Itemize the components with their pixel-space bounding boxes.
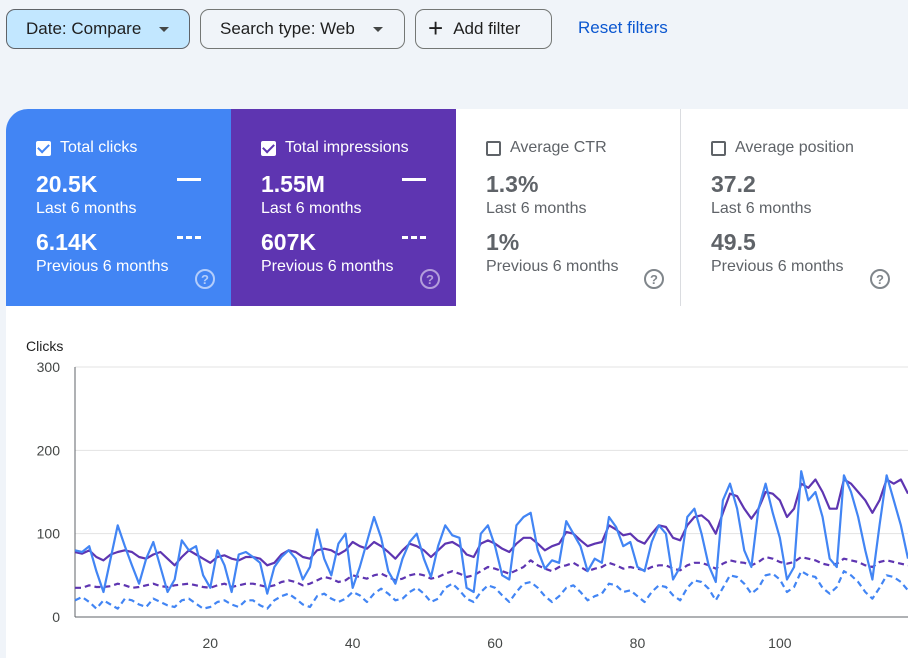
metric-card-total-impressions[interactable]: Total impressions 1.55M Last 6 months 60… bbox=[231, 109, 456, 306]
dropdown-caret-icon bbox=[372, 26, 383, 32]
metric-period-current: Last 6 months bbox=[261, 200, 362, 217]
y-tick-label: 200 bbox=[37, 442, 61, 458]
dashed-line-legend-icon bbox=[402, 236, 426, 239]
dropdown-caret-icon bbox=[159, 26, 170, 32]
metric-value-current: 1.3% bbox=[486, 171, 539, 197]
y-tick-label: 100 bbox=[37, 526, 61, 542]
metric-card-average-ctr[interactable]: Average CTR 1.3% Last 6 months 1% Previo… bbox=[456, 109, 681, 306]
performance-chart: Clicks 0 100 200 300 20 40 60 80 100 bbox=[6, 306, 908, 658]
clicks-current-line bbox=[74, 470, 908, 595]
metric-value-previous: 1% bbox=[486, 229, 520, 255]
metric-value-current: 37.2 bbox=[711, 171, 756, 197]
solid-line-legend-icon bbox=[402, 178, 426, 181]
filter-bar: Date: Compare Search type: Web + Add fil… bbox=[0, 0, 908, 60]
metric-value-current: 1.55M bbox=[261, 171, 325, 197]
metric-label: Total impressions bbox=[285, 139, 409, 156]
solid-line-legend-icon bbox=[177, 178, 201, 181]
metric-card-average-position[interactable]: Average position 37.2 Last 6 months 49.5… bbox=[681, 109, 906, 306]
metric-period-previous: Previous 6 months bbox=[486, 258, 619, 275]
help-icon[interactable]: ? bbox=[195, 269, 215, 289]
x-tick-label: 20 bbox=[202, 635, 218, 651]
x-tick-label: 40 bbox=[345, 635, 361, 651]
metric-period-previous: Previous 6 months bbox=[711, 258, 844, 275]
checkbox-checked-icon[interactable] bbox=[261, 140, 276, 156]
date-compare-dropdown[interactable]: Date: Compare bbox=[6, 9, 190, 49]
help-icon[interactable]: ? bbox=[644, 269, 664, 289]
metric-label: Total clicks bbox=[60, 139, 138, 156]
metric-cards: Total clicks 20.5K Last 6 months 6.14K P… bbox=[6, 109, 908, 306]
dashed-line-legend-icon bbox=[177, 236, 201, 239]
x-tick-label: 80 bbox=[630, 635, 646, 651]
help-icon[interactable]: ? bbox=[870, 269, 890, 289]
metric-card-header: Average CTR bbox=[486, 139, 607, 157]
x-tick-label: 60 bbox=[487, 635, 503, 651]
metric-value-current: 20.5K bbox=[36, 171, 98, 197]
x-tick-label: 100 bbox=[768, 635, 792, 651]
metric-value-previous: 49.5 bbox=[711, 229, 756, 255]
metric-card-header: Average position bbox=[711, 139, 854, 157]
metric-label: Average CTR bbox=[510, 139, 607, 156]
metric-period-previous: Previous 6 months bbox=[36, 258, 169, 275]
search-type-label: Search type: Web bbox=[220, 19, 355, 38]
metric-period-current: Last 6 months bbox=[36, 200, 137, 217]
checkbox-unchecked-icon[interactable] bbox=[711, 140, 726, 156]
date-compare-label: Date: Compare bbox=[26, 19, 142, 38]
metric-value-previous: 6.14K bbox=[36, 229, 98, 255]
metric-period-previous: Previous 6 months bbox=[261, 258, 394, 275]
help-icon[interactable]: ? bbox=[420, 269, 440, 289]
metric-card-header: Total impressions bbox=[261, 139, 409, 157]
y-axis-label: Clicks bbox=[26, 338, 63, 354]
add-filter-button[interactable]: + Add filter bbox=[415, 9, 552, 49]
metric-period-current: Last 6 months bbox=[486, 200, 587, 217]
metric-label: Average position bbox=[735, 139, 854, 156]
y-tick-label: 0 bbox=[52, 609, 60, 625]
clicks-previous-line bbox=[74, 570, 908, 610]
y-tick-label: 300 bbox=[37, 359, 61, 375]
metric-value-previous: 607K bbox=[261, 229, 316, 255]
reset-filters-link[interactable]: Reset filters bbox=[578, 18, 668, 38]
performance-chart-svg: Clicks 0 100 200 300 20 40 60 80 100 bbox=[26, 338, 908, 651]
plus-icon: + bbox=[428, 13, 444, 43]
search-type-dropdown[interactable]: Search type: Web bbox=[200, 9, 405, 49]
checkbox-checked-icon[interactable] bbox=[36, 140, 51, 156]
add-filter-label: Add filter bbox=[453, 19, 521, 38]
checkbox-unchecked-icon[interactable] bbox=[486, 140, 501, 156]
metric-period-current: Last 6 months bbox=[711, 200, 812, 217]
metric-card-total-clicks[interactable]: Total clicks 20.5K Last 6 months 6.14K P… bbox=[6, 109, 231, 306]
metric-card-header: Total clicks bbox=[36, 139, 137, 157]
